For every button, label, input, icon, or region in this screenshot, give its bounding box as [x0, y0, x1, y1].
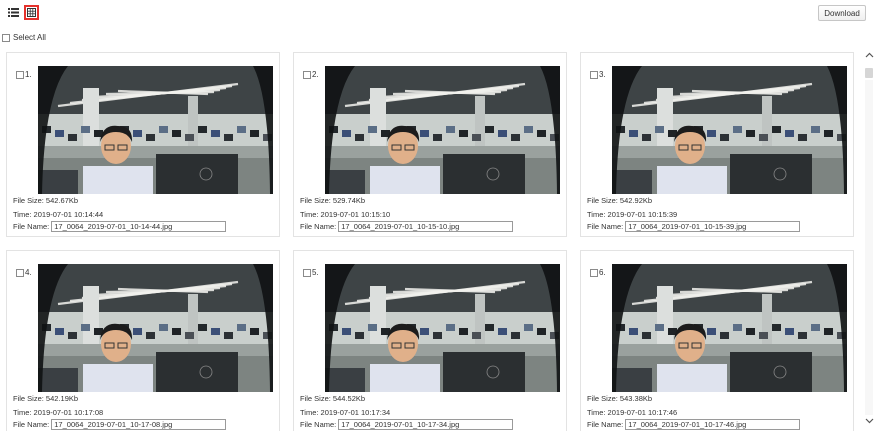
office-photo	[325, 66, 560, 194]
select-all[interactable]: Select All	[2, 33, 46, 42]
image-index: 5.	[312, 268, 319, 277]
file-name-label: File Name:	[587, 420, 624, 429]
image-index: 6.	[599, 268, 606, 277]
office-photo	[38, 264, 273, 392]
toolbar: Download	[0, 0, 876, 28]
file-name-row: File Name: 17_0064_2019-07-01_10-14-44.j…	[13, 221, 227, 232]
image-select[interactable]: 5.	[303, 268, 319, 277]
vertical-scrollbar[interactable]	[862, 46, 876, 431]
capture-time: Time: 2019-07-01 10:17:08	[13, 408, 104, 417]
select-all-label: Select All	[13, 33, 46, 42]
image-card: 4. File Size: 542.19Kb Time: 2019-07-01 …	[6, 250, 280, 431]
image-select[interactable]: 3.	[590, 70, 606, 79]
file-size: File Size: 529.74Kb	[300, 196, 366, 205]
image-select[interactable]: 1.	[16, 70, 32, 79]
image-checkbox[interactable]	[303, 268, 311, 277]
image-index: 1.	[25, 70, 32, 79]
office-photo	[612, 66, 847, 194]
file-size: File Size: 542.67Kb	[13, 196, 79, 205]
image-grid: 1. File Size: 542.67Kb Time: 2019-07-01 …	[0, 46, 862, 431]
capture-time: Time: 2019-07-01 10:14:44	[13, 210, 104, 219]
scroll-thumb[interactable]	[865, 68, 873, 78]
image-card: 6. File Size: 543.38Kb Time: 2019-07-01 …	[580, 250, 854, 431]
office-photo	[38, 66, 273, 194]
image-index: 2.	[312, 70, 319, 79]
file-name-field[interactable]: 17_0064_2019-07-01_10-17-46.jpg	[625, 419, 801, 430]
grid-icon	[27, 8, 36, 17]
image-index: 3.	[599, 70, 606, 79]
image-card: 2. File Size: 529.74Kb Time: 2019-07-01 …	[293, 52, 567, 237]
image-select[interactable]: 2.	[303, 70, 319, 79]
image-checkbox[interactable]	[590, 70, 598, 79]
office-photo	[325, 264, 560, 392]
image-card: 1. File Size: 542.67Kb Time: 2019-07-01 …	[6, 52, 280, 237]
file-size: File Size: 542.19Kb	[13, 394, 79, 403]
file-name-field[interactable]: 17_0064_2019-07-01_10-17-08.jpg	[51, 419, 227, 430]
capture-time: Time: 2019-07-01 10:15:10	[300, 210, 391, 219]
image-card: 3. File Size: 542.92Kb Time: 2019-07-01 …	[580, 52, 854, 237]
office-photo	[612, 264, 847, 392]
image-thumbnail[interactable]	[612, 264, 847, 392]
file-name-row: File Name: 17_0064_2019-07-01_10-15-39.j…	[587, 221, 801, 232]
grid-view-button[interactable]	[24, 5, 39, 20]
file-size: File Size: 543.38Kb	[587, 394, 653, 403]
file-name-label: File Name:	[300, 420, 337, 429]
capture-time: Time: 2019-07-01 10:17:34	[300, 408, 391, 417]
image-select[interactable]: 4.	[16, 268, 32, 277]
list-icon	[8, 8, 19, 17]
image-checkbox[interactable]	[16, 70, 24, 79]
scroll-up-arrow[interactable]	[862, 52, 876, 62]
file-name-row: File Name: 17_0064_2019-07-01_10-17-34.j…	[300, 419, 514, 430]
image-select[interactable]: 6.	[590, 268, 606, 277]
image-thumbnail[interactable]	[325, 66, 560, 194]
file-name-row: File Name: 17_0064_2019-07-01_10-17-08.j…	[13, 419, 227, 430]
image-thumbnail[interactable]	[612, 66, 847, 194]
image-thumbnail[interactable]	[38, 264, 273, 392]
file-name-field[interactable]: 17_0064_2019-07-01_10-15-10.jpg	[338, 221, 514, 232]
chevron-down-icon	[865, 418, 873, 424]
file-name-field[interactable]: 17_0064_2019-07-01_10-15-39.jpg	[625, 221, 801, 232]
file-name-label: File Name:	[587, 222, 624, 231]
download-button[interactable]: Download	[818, 5, 866, 21]
scroll-track[interactable]	[865, 80, 873, 415]
file-name-label: File Name:	[13, 420, 50, 429]
file-name-row: File Name: 17_0064_2019-07-01_10-17-46.j…	[587, 419, 801, 430]
image-checkbox[interactable]	[16, 268, 24, 277]
image-checkbox[interactable]	[303, 70, 311, 79]
image-checkbox[interactable]	[590, 268, 598, 277]
file-name-field[interactable]: 17_0064_2019-07-01_10-14-44.jpg	[51, 221, 227, 232]
image-card: 5. File Size: 544.52Kb Time: 2019-07-01 …	[293, 250, 567, 431]
select-all-checkbox[interactable]	[2, 33, 10, 42]
file-size: File Size: 544.52Kb	[300, 394, 366, 403]
list-view-button[interactable]	[6, 5, 21, 20]
file-name-label: File Name:	[13, 222, 50, 231]
capture-time: Time: 2019-07-01 10:15:39	[587, 210, 678, 219]
image-index: 4.	[25, 268, 32, 277]
image-thumbnail[interactable]	[38, 66, 273, 194]
scroll-down-arrow[interactable]	[862, 418, 876, 428]
file-name-row: File Name: 17_0064_2019-07-01_10-15-10.j…	[300, 221, 514, 232]
chevron-up-icon	[865, 52, 873, 58]
file-name-field[interactable]: 17_0064_2019-07-01_10-17-34.jpg	[338, 419, 514, 430]
image-thumbnail[interactable]	[325, 264, 560, 392]
capture-time: Time: 2019-07-01 10:17:46	[587, 408, 678, 417]
file-name-label: File Name:	[300, 222, 337, 231]
file-size: File Size: 542.92Kb	[587, 196, 653, 205]
